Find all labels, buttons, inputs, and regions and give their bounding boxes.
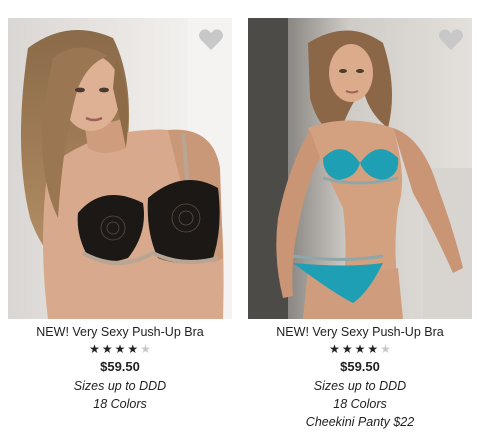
product-colors: 18 Colors: [93, 397, 147, 411]
product-sizes: Sizes up to DDD: [313, 379, 407, 393]
product-colors: 18 Colors: [333, 397, 387, 411]
star-icon: ★: [367, 342, 379, 356]
star-icon: ★: [101, 342, 113, 356]
product-name-link[interactable]: NEW! Very Sexy Push-Up Bra: [248, 324, 472, 340]
favorite-button[interactable]: [198, 28, 224, 52]
product-panty-offer: Cheekini Panty $22: [305, 415, 415, 429]
star-empty-icon: ★: [380, 342, 391, 356]
star-icon: ★: [329, 342, 340, 356]
product-info: NEW! Very Sexy Push-Up Bra ★ ★ ★ ★ ★ $59…: [8, 319, 232, 413]
product-image-link[interactable]: [248, 18, 472, 319]
product-sizes: Sizes up to DDD: [73, 379, 167, 393]
star-empty-icon: ★: [140, 342, 151, 356]
star-icon: ★: [114, 342, 126, 356]
product-price: $59.50: [340, 359, 380, 374]
product-image-link[interactable]: [8, 18, 232, 319]
star-rating: ★ ★ ★ ★ ★: [8, 343, 232, 356]
star-icon: ★: [127, 342, 139, 356]
product-photo: [8, 18, 232, 319]
star-icon: ★: [354, 342, 366, 356]
heart-icon: [199, 29, 223, 50]
favorite-button[interactable]: [438, 28, 464, 52]
product-info: NEW! Very Sexy Push-Up Bra ★ ★ ★ ★ ★ $59…: [248, 319, 472, 431]
product-name-link[interactable]: NEW! Very Sexy Push-Up Bra: [8, 324, 232, 340]
star-icon: ★: [341, 342, 353, 356]
heart-icon: [439, 29, 463, 50]
product-price: $59.50: [100, 359, 140, 374]
product-photo: [248, 18, 472, 319]
product-card: NEW! Very Sexy Push-Up Bra ★ ★ ★ ★ ★ $59…: [8, 18, 232, 413]
product-card: NEW! Very Sexy Push-Up Bra ★ ★ ★ ★ ★ $59…: [248, 18, 472, 431]
star-rating: ★ ★ ★ ★ ★: [248, 343, 472, 356]
star-icon: ★: [89, 342, 100, 356]
